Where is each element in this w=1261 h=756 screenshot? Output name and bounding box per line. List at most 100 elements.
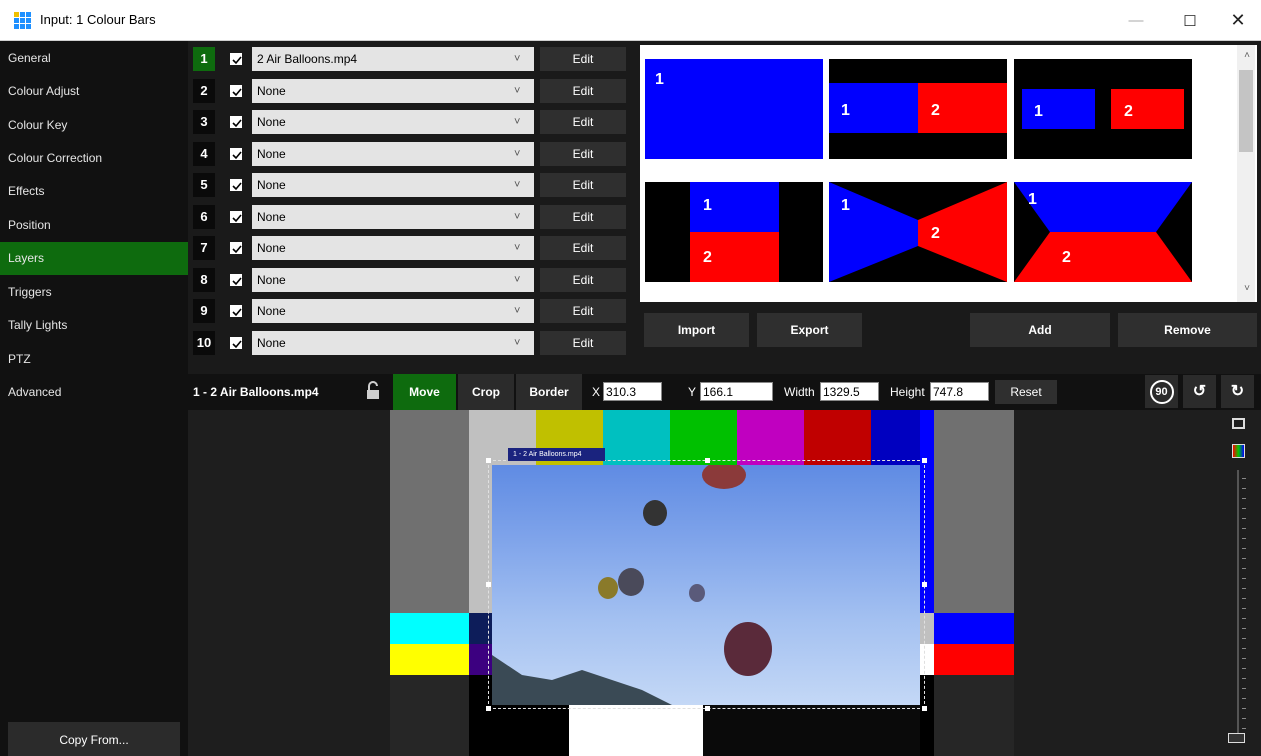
resize-handle-tl[interactable] — [486, 458, 491, 463]
layer-row: 10 None ˅ Edit — [193, 329, 628, 357]
rotate-right-icon[interactable]: ↻ — [1221, 375, 1254, 408]
close-button[interactable]: ✕ — [1215, 0, 1261, 41]
rotate-90-icon[interactable]: 90 — [1145, 375, 1178, 408]
minimize-button[interactable]: — — [1113, 0, 1159, 41]
layer-enabled-checkbox[interactable] — [230, 274, 242, 286]
preset-label-2: 2 — [1124, 103, 1133, 120]
preset-perspective-horizontal[interactable]: 1 2 — [829, 182, 1007, 282]
colour-view-icon[interactable] — [1232, 444, 1245, 458]
layer-enabled-checkbox[interactable] — [230, 211, 242, 223]
bar-black-2 — [493, 705, 569, 756]
height-input[interactable]: 747.8 — [930, 382, 989, 401]
rotate-90-label: 90 — [1149, 380, 1174, 404]
sidebar-item-effects[interactable]: Effects — [0, 175, 188, 208]
resize-handle-l[interactable] — [486, 582, 491, 587]
resize-handle-br[interactable] — [922, 706, 927, 711]
sidebar-item-position[interactable]: Position — [0, 209, 188, 242]
check-icon — [232, 308, 242, 317]
presets-scrollbar-thumb[interactable] — [1239, 70, 1253, 152]
maximize-button[interactable]: ☐ — [1167, 0, 1213, 41]
move-button[interactable]: Move — [393, 374, 456, 410]
layer-edit-button[interactable]: Edit — [540, 79, 626, 103]
zoom-rail — [1222, 410, 1261, 756]
layer-number[interactable]: 4 — [193, 142, 215, 166]
layer-enabled-checkbox[interactable] — [230, 85, 242, 97]
layer-enabled-checkbox[interactable] — [230, 179, 242, 191]
check-icon — [232, 277, 242, 286]
resize-handle-bl[interactable] — [486, 706, 491, 711]
layer-enabled-checkbox[interactable] — [230, 305, 242, 317]
sidebar-item-colour-key[interactable]: Colour Key — [0, 109, 188, 142]
rotate-left-icon[interactable]: ↺ — [1183, 375, 1216, 408]
layer-enabled-checkbox[interactable] — [230, 242, 242, 254]
sidebar-item-general[interactable]: General — [0, 42, 188, 75]
resize-handle-t[interactable] — [705, 458, 710, 463]
preset-side-by-side[interactable]: 1 2 — [829, 59, 1007, 159]
layer-edit-button[interactable]: Edit — [540, 331, 626, 355]
layer-edit-button[interactable]: Edit — [540, 47, 626, 71]
sidebar-item-triggers[interactable]: Triggers — [0, 276, 188, 309]
reset-button[interactable]: Reset — [995, 380, 1057, 404]
bar-red-right — [934, 644, 1014, 675]
zoom-track[interactable] — [1237, 470, 1239, 735]
layer-selection-box[interactable] — [488, 460, 925, 709]
layer-enabled-checkbox[interactable] — [230, 148, 242, 160]
import-button[interactable]: Import — [644, 313, 749, 347]
zoom-slider-thumb[interactable] — [1228, 733, 1245, 743]
sidebar-item-advanced[interactable]: Advanced — [0, 376, 188, 409]
layer-number[interactable]: 6 — [193, 205, 215, 229]
layer-number[interactable]: 10 — [193, 331, 215, 355]
border-button[interactable]: Border — [516, 374, 582, 410]
resize-handle-b[interactable] — [705, 706, 710, 711]
sidebar-item-ptz[interactable]: PTZ — [0, 343, 188, 376]
add-button[interactable]: Add — [970, 313, 1110, 347]
resize-handle-tr[interactable] — [922, 458, 927, 463]
crop-button[interactable]: Crop — [458, 374, 514, 410]
layer-number[interactable]: 2 — [193, 79, 215, 103]
layer-enabled-checkbox[interactable] — [230, 337, 242, 349]
width-input[interactable]: 1329.5 — [820, 382, 879, 401]
layer-row: 5 None ˅ Edit — [193, 171, 628, 199]
scroll-up-icon[interactable]: ˄ — [1240, 50, 1254, 61]
bar-dark-left — [390, 675, 469, 756]
resize-handle-r[interactable] — [922, 582, 927, 587]
layer-number[interactable]: 1 — [193, 47, 215, 71]
sidebar-item-colour-adjust[interactable]: Colour Adjust — [0, 75, 188, 108]
layer-enabled-checkbox[interactable] — [230, 116, 242, 128]
preset-full[interactable]: 1 — [645, 59, 823, 159]
zoom-tick — [1242, 598, 1246, 599]
layer-edit-button[interactable]: Edit — [540, 110, 626, 134]
preset-stacked[interactable]: 1 2 — [645, 182, 823, 282]
export-button[interactable]: Export — [757, 313, 862, 347]
layer-edit-button[interactable]: Edit — [540, 299, 626, 323]
layer-row: 2 None ˅ Edit — [193, 77, 628, 105]
layer-number[interactable]: 7 — [193, 236, 215, 260]
layer-edit-button[interactable]: Edit — [540, 142, 626, 166]
preset-perspective-vertical[interactable]: 1 2 — [1014, 182, 1192, 282]
layer-enabled-checkbox[interactable] — [230, 53, 242, 65]
layer-number[interactable]: 9 — [193, 299, 215, 323]
sidebar-item-colour-correction[interactable]: Colour Correction — [0, 142, 188, 175]
check-icon — [232, 214, 242, 223]
scroll-down-icon[interactable]: ˅ — [1240, 283, 1254, 294]
fit-screen-icon[interactable] — [1232, 418, 1245, 429]
layer-number[interactable]: 3 — [193, 110, 215, 134]
layer-source-value: None — [252, 110, 534, 134]
zoom-tick — [1242, 538, 1246, 539]
layer-edit-button[interactable]: Edit — [540, 173, 626, 197]
sidebar-item-layers[interactable]: Layers — [0, 242, 188, 275]
y-input[interactable]: 166.1 — [700, 382, 773, 401]
sidebar-item-tally-lights[interactable]: Tally Lights — [0, 309, 188, 342]
copy-from-button[interactable]: Copy From... — [8, 722, 180, 756]
layer-number[interactable]: 5 — [193, 173, 215, 197]
layer-number[interactable]: 8 — [193, 268, 215, 292]
chevron-down-icon: ˅ — [514, 53, 521, 65]
layer-edit-button[interactable]: Edit — [540, 236, 626, 260]
preset-side-by-side-spaced[interactable]: 1 2 — [1014, 59, 1192, 159]
layer-edit-button[interactable]: Edit — [540, 268, 626, 292]
width-label: Width — [784, 385, 815, 399]
x-input[interactable]: 310.3 — [603, 382, 662, 401]
layer-edit-button[interactable]: Edit — [540, 205, 626, 229]
lock-icon[interactable] — [366, 381, 380, 401]
remove-button[interactable]: Remove — [1118, 313, 1257, 347]
